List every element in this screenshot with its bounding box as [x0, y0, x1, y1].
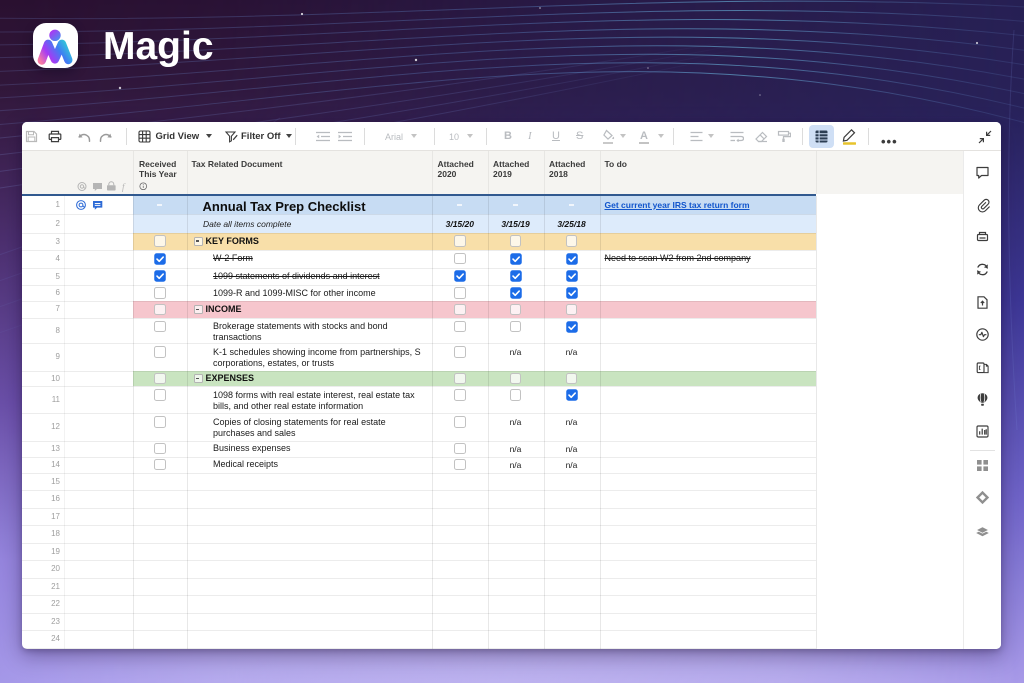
svg-text:f: f [122, 182, 126, 192]
